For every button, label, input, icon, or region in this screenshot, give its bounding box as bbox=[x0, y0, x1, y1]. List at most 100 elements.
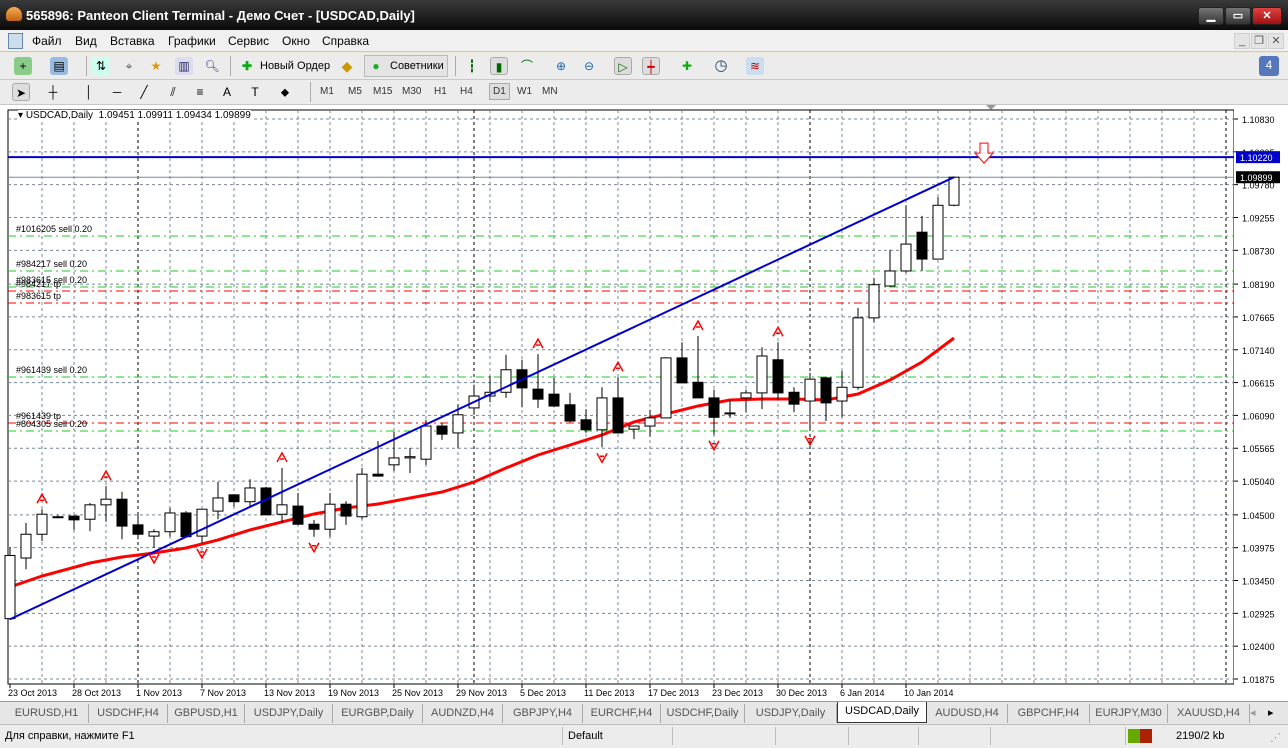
tab-audnzd-h4[interactable]: AUDNZD,H4 bbox=[423, 704, 503, 723]
title-bar: 565896: Panteon Client Terminal - Демо С… bbox=[0, 0, 1288, 30]
timeframe-w1[interactable]: W1 bbox=[517, 86, 532, 97]
tab-usdchf-daily[interactable]: USDCHF,Daily bbox=[661, 704, 745, 723]
chart-shift-icon[interactable]: ┿ bbox=[642, 57, 660, 75]
tab-eurgbp-daily[interactable]: EURGBP,Daily bbox=[333, 704, 423, 723]
menu-item[interactable]: Сервис bbox=[228, 34, 269, 48]
timeframe-m1[interactable]: M1 bbox=[320, 86, 334, 97]
tab-eurusd-h1[interactable]: EURUSD,H1 bbox=[5, 704, 89, 723]
text-icon[interactable]: A bbox=[218, 83, 236, 101]
timeframe-h4[interactable]: H4 bbox=[460, 86, 473, 97]
price-label: 1.08190 bbox=[1242, 280, 1275, 290]
equidistant-channel-icon[interactable]: ⫽ bbox=[164, 83, 182, 101]
chart-header: ▾ USDCAD,Daily 1.09451 1.09911 1.09434 1… bbox=[18, 110, 251, 121]
tab-eurchf-h4[interactable]: EURCHF,H4 bbox=[583, 704, 661, 723]
arrows-icon[interactable]: ⬥ bbox=[276, 83, 294, 101]
experts-button[interactable]: ● Советники bbox=[364, 55, 448, 77]
bull-candle-body bbox=[356, 473, 368, 518]
new-chart-icon[interactable]: + bbox=[14, 57, 32, 75]
templates-icon[interactable]: ≋ bbox=[746, 57, 764, 75]
price-chart[interactable]: 1.108301.103051.097801.092551.087301.081… bbox=[0, 105, 1288, 701]
tab-usdjpy-daily[interactable]: USDJPY,Daily bbox=[245, 704, 333, 723]
timeframe-m15[interactable]: M15 bbox=[373, 86, 392, 97]
zoom-out-icon[interactable]: ⊖ bbox=[580, 57, 598, 75]
bear-candle-body bbox=[692, 381, 704, 399]
profiles-icon[interactable]: ▤ bbox=[50, 57, 68, 75]
navigator-icon[interactable]: ★ bbox=[147, 57, 165, 75]
child-minimize-button[interactable]: _ bbox=[1234, 33, 1250, 49]
line-chart-icon[interactable]: ⌒ bbox=[518, 57, 536, 75]
text-label-icon[interactable]: T bbox=[246, 83, 264, 101]
bear-candle-body bbox=[132, 524, 144, 535]
menu-item[interactable]: Вид bbox=[75, 34, 97, 48]
tab-audusd-h4[interactable]: AUDUSD,H4 bbox=[927, 704, 1008, 723]
menu-item[interactable]: Вставка bbox=[110, 34, 155, 48]
close-button[interactable]: ✕ bbox=[1252, 7, 1282, 25]
bull-candle-body bbox=[404, 456, 416, 459]
status-traffic: 2190/2 kb bbox=[1176, 730, 1225, 742]
candlestick-chart-icon[interactable]: ▮ bbox=[490, 57, 508, 75]
bull-candle-body bbox=[756, 355, 768, 394]
notification-count: 4 bbox=[1265, 58, 1273, 72]
status-profile[interactable]: Default bbox=[568, 730, 603, 742]
bull-candle-body bbox=[100, 498, 112, 506]
date-label: 13 Nov 2013 bbox=[264, 688, 315, 698]
crosshair-icon[interactable]: ┼ bbox=[44, 83, 62, 101]
timeframe-mn[interactable]: MN bbox=[542, 86, 558, 97]
tabs-scroll-right-icon[interactable]: ▸ bbox=[1268, 706, 1274, 719]
chart-symbol: USDCAD,Daily bbox=[25, 110, 94, 121]
tab-gbpchf-h4[interactable]: GBPCHF,H4 bbox=[1008, 704, 1090, 723]
zoom-in-icon[interactable]: ⊕ bbox=[552, 57, 570, 75]
resize-grip-icon[interactable]: ⋰ bbox=[1270, 731, 1281, 744]
indicators-icon[interactable]: ✚ bbox=[678, 57, 696, 75]
fibonacci-icon[interactable]: ≡ bbox=[191, 83, 209, 101]
warning-icon[interactable]: ◆ bbox=[338, 57, 356, 75]
price-label: 1.05565 bbox=[1242, 444, 1275, 454]
chart-header-menu-icon[interactable]: ▾ bbox=[18, 110, 26, 121]
bar-chart-icon[interactable]: ┇ bbox=[463, 57, 481, 75]
menu-item[interactable]: Файл bbox=[32, 34, 62, 48]
candle bbox=[948, 176, 960, 207]
bull-candle-body bbox=[324, 503, 336, 530]
crosshair-navigator-icon[interactable]: ⌖ bbox=[120, 57, 138, 75]
candle bbox=[660, 357, 672, 419]
child-restore-button[interactable]: ❐ bbox=[1251, 33, 1267, 49]
tab-usdcad-daily[interactable]: USDCAD,Daily bbox=[837, 702, 927, 723]
tab-usdjpy-daily[interactable]: USDJPY,Daily bbox=[745, 704, 837, 723]
chart-window-icon bbox=[8, 33, 23, 49]
market-watch-icon[interactable]: ⇅ bbox=[92, 57, 110, 75]
candle bbox=[852, 307, 864, 390]
strategy-tester-icon[interactable]: 🔍︎ bbox=[203, 57, 221, 75]
timeframe-d1[interactable]: D1 bbox=[489, 83, 510, 100]
menu-item[interactable]: Справка bbox=[322, 34, 369, 48]
bear-candle-body bbox=[612, 397, 624, 434]
periods-icon[interactable]: ◷ bbox=[712, 57, 730, 75]
date-label: 29 Nov 2013 bbox=[456, 688, 507, 698]
maximize-button[interactable]: ▭ bbox=[1225, 7, 1251, 25]
timeframe-m30[interactable]: M30 bbox=[402, 86, 421, 97]
tab-eurjpy-m30[interactable]: EURJPY,M30 bbox=[1090, 704, 1168, 723]
price-label: 1.06090 bbox=[1242, 411, 1275, 421]
timeframe-h1[interactable]: H1 bbox=[434, 86, 447, 97]
notifications-icon[interactable]: 4 bbox=[1259, 56, 1279, 76]
tab-gbpusd-h1[interactable]: GBPUSD,H1 bbox=[168, 704, 245, 723]
child-close-button[interactable]: ✕ bbox=[1268, 33, 1284, 49]
tab-usdchf-h4[interactable]: USDCHF,H4 bbox=[89, 704, 168, 723]
cursor-icon[interactable]: ➤ bbox=[12, 83, 30, 101]
menu-item[interactable]: Окно bbox=[282, 34, 310, 48]
menu-item[interactable]: Графики bbox=[168, 34, 216, 48]
timeframe-m5[interactable]: M5 bbox=[348, 86, 362, 97]
bear-candle-body bbox=[788, 391, 800, 405]
date-label: 6 Jan 2014 bbox=[840, 688, 885, 698]
bull-candle-body bbox=[884, 270, 896, 287]
tabs-scroll-left-icon[interactable]: ◂ bbox=[1250, 706, 1256, 719]
price-label: 1.06615 bbox=[1242, 379, 1275, 389]
tab-gbpjpy-h4[interactable]: GBPJPY,H4 bbox=[503, 704, 583, 723]
minimize-button[interactable]: ▁ bbox=[1198, 7, 1224, 25]
vertical-line-icon[interactable]: │ bbox=[80, 83, 98, 101]
bear-candle-body bbox=[372, 473, 384, 477]
terminal-icon[interactable]: ▥ bbox=[175, 57, 193, 75]
horizontal-line-icon[interactable]: ─ bbox=[108, 83, 126, 101]
tab-xauusd-h4[interactable]: XAUUSD,H4 bbox=[1168, 704, 1250, 723]
auto-scroll-icon[interactable]: ▷ bbox=[614, 57, 632, 75]
trendline-icon[interactable]: ╱ bbox=[135, 83, 153, 101]
